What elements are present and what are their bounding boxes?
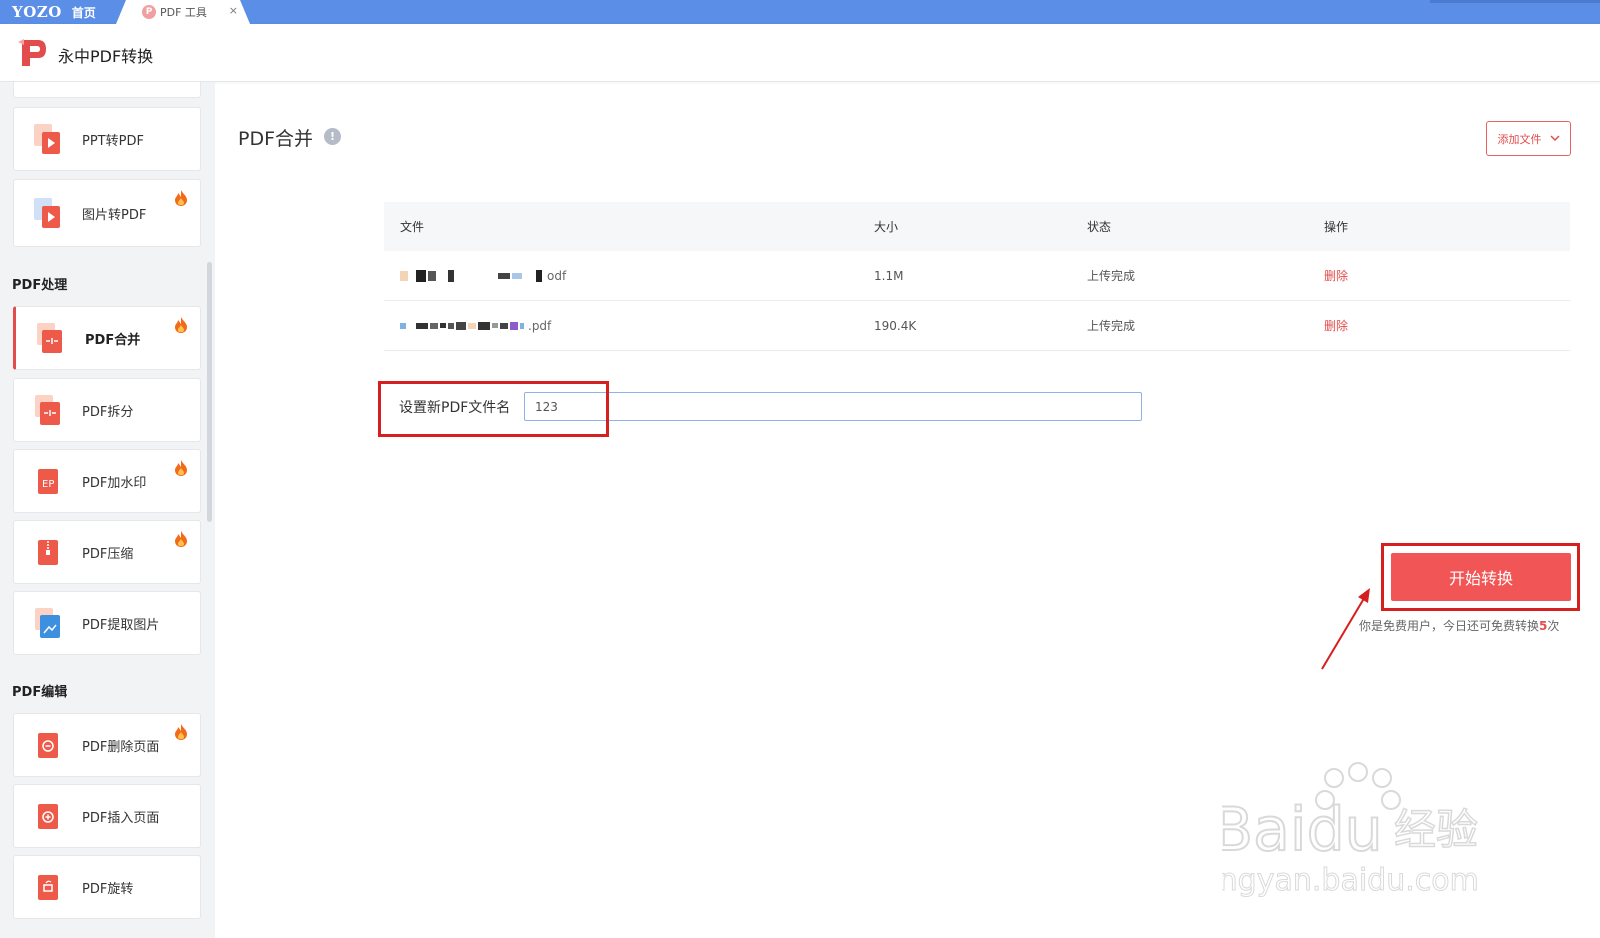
- hot-fire-icon: [175, 317, 187, 333]
- pdf-compress-icon: [38, 540, 58, 565]
- add-file-button[interactable]: 添加文件: [1486, 121, 1571, 156]
- pdf-split-icon: [35, 395, 60, 425]
- file-extension: odf: [547, 268, 567, 283]
- hot-fire-icon: [175, 190, 187, 206]
- sidebar-scrollbar[interactable]: [207, 262, 212, 522]
- sidebar-item-pdf-delete-pages[interactable]: PDF删除页面: [13, 713, 201, 777]
- pdf-tool-icon: P: [142, 5, 156, 19]
- tab-home-label: 首页: [71, 5, 96, 20]
- baidu-jingyan-watermark: Baidu 经验 jingyan.baidu.com: [1222, 762, 1479, 899]
- sidebar-card-partial[interactable]: [13, 82, 201, 98]
- sidebar-item-label: PDF压缩: [82, 546, 134, 562]
- sidebar-item-ppt-to-pdf[interactable]: PPT转PDF: [13, 107, 201, 171]
- tab-home[interactable]: YOZO 首页: [0, 0, 122, 24]
- sidebar-item-label: PDF拆分: [82, 404, 134, 420]
- pdf-merge-icon: [37, 323, 62, 353]
- pdf-watermark-icon: EP: [38, 469, 58, 494]
- quota-prefix: 你是免费用户，今日还可免费转换: [1359, 619, 1540, 633]
- file-status: 上传完成: [1087, 269, 1136, 283]
- table-row: .pdf 190.4K 上传完成 删除: [384, 301, 1570, 351]
- sidebar-item-image-to-pdf[interactable]: 图片转PDF: [13, 179, 201, 247]
- file-status: 上传完成: [1087, 319, 1136, 333]
- col-size-header: 大小: [874, 220, 899, 234]
- tab-pdf-tools[interactable]: P PDF 工具 ×: [116, 0, 250, 24]
- info-icon[interactable]: !: [324, 128, 341, 145]
- file-name-redacted: .pdf: [400, 319, 551, 333]
- delete-link[interactable]: 删除: [1324, 267, 1348, 284]
- table-row: odf 1.1M 上传完成 删除: [384, 251, 1570, 301]
- tabbar-edge: [1430, 0, 1600, 3]
- yozo-logo: YOZO: [12, 3, 62, 21]
- sidebar-item-pdf-rotate[interactable]: PDF旋转: [13, 855, 201, 919]
- sidebar-item-label: PPT转PDF: [82, 133, 144, 149]
- file-table: 文件 大小 状态 操作 odf 1.1M 上传完成 删除 .pdf 190.4K…: [384, 202, 1570, 351]
- file-name-redacted: odf: [400, 269, 566, 283]
- annotation-box: [378, 381, 609, 437]
- ppt-file-icon: [34, 124, 60, 154]
- hot-fire-icon: [175, 460, 187, 476]
- svg-text:EP: EP: [42, 479, 54, 490]
- app-logo-icon: [18, 39, 46, 66]
- watermark-text: Baidu: [1222, 795, 1383, 865]
- tab-close-icon[interactable]: ×: [229, 4, 238, 17]
- sidebar-item-label: PDF删除页面: [82, 739, 160, 755]
- file-extension: .pdf: [528, 318, 552, 333]
- sidebar-item-pdf-compress[interactable]: PDF压缩: [13, 520, 201, 584]
- annotation-box: [1381, 543, 1580, 611]
- hot-fire-icon: [175, 531, 187, 547]
- section-title-pdf-editing: PDF编辑: [12, 685, 68, 700]
- delete-link[interactable]: 删除: [1324, 317, 1348, 334]
- sidebar-item-label: PDF提取图片: [82, 617, 160, 633]
- table-header: 文件 大小 状态 操作: [384, 202, 1570, 251]
- col-action-header: 操作: [1324, 220, 1349, 234]
- sidebar-item-label: PDF插入页面: [82, 810, 160, 826]
- image-file-icon: [34, 198, 60, 228]
- sidebar-item-pdf-watermark[interactable]: EP PDF加水印: [13, 449, 201, 513]
- sidebar: PPT转PDF 图片转PDF PDF处理 PDF合并 PDF拆分 EP PDF加…: [0, 82, 215, 938]
- sidebar-item-pdf-merge[interactable]: PDF合并: [13, 306, 201, 370]
- add-file-label: 添加文件: [1497, 132, 1542, 146]
- sidebar-item-pdf-split[interactable]: PDF拆分: [13, 378, 201, 442]
- sidebar-item-label: PDF合并: [85, 332, 141, 348]
- file-size: 190.4K: [874, 318, 917, 333]
- pdf-extract-image-icon: [35, 608, 60, 638]
- quota-suffix: 次: [1547, 619, 1560, 633]
- col-file-header: 文件: [400, 220, 425, 234]
- page-title: PDF合并: [238, 128, 314, 150]
- pdf-insert-page-icon: [38, 804, 58, 829]
- new-filename-input[interactable]: [524, 392, 1142, 421]
- quota-text: 你是免费用户，今日还可免费转换5次: [1359, 617, 1559, 634]
- watermark-url: jingyan.baidu.com: [1222, 863, 1479, 898]
- hot-fire-icon: [175, 724, 187, 740]
- sidebar-item-label: PDF旋转: [82, 881, 134, 897]
- sidebar-item-label: PDF加水印: [82, 475, 147, 491]
- window-tab-bar: YOZO 首页 P PDF 工具 ×: [0, 0, 1600, 24]
- pdf-rotate-icon: [38, 875, 58, 900]
- pdf-delete-page-icon: [38, 733, 58, 758]
- file-size: 1.1M: [874, 268, 904, 283]
- app-header: 永中PDF转换: [0, 24, 1600, 82]
- tab-pdf-tools-label: PDF 工具: [160, 6, 207, 19]
- sidebar-item-pdf-insert-pages[interactable]: PDF插入页面: [13, 784, 201, 848]
- watermark-cn: 经验: [1394, 805, 1478, 854]
- col-status-header: 状态: [1087, 220, 1112, 234]
- chevron-down-icon: [1549, 135, 1560, 142]
- section-title-pdf-processing: PDF处理: [12, 278, 68, 293]
- app-title: 永中PDF转换: [58, 47, 154, 66]
- sidebar-item-label: 图片转PDF: [82, 207, 147, 223]
- sidebar-item-pdf-extract-images[interactable]: PDF提取图片: [13, 591, 201, 655]
